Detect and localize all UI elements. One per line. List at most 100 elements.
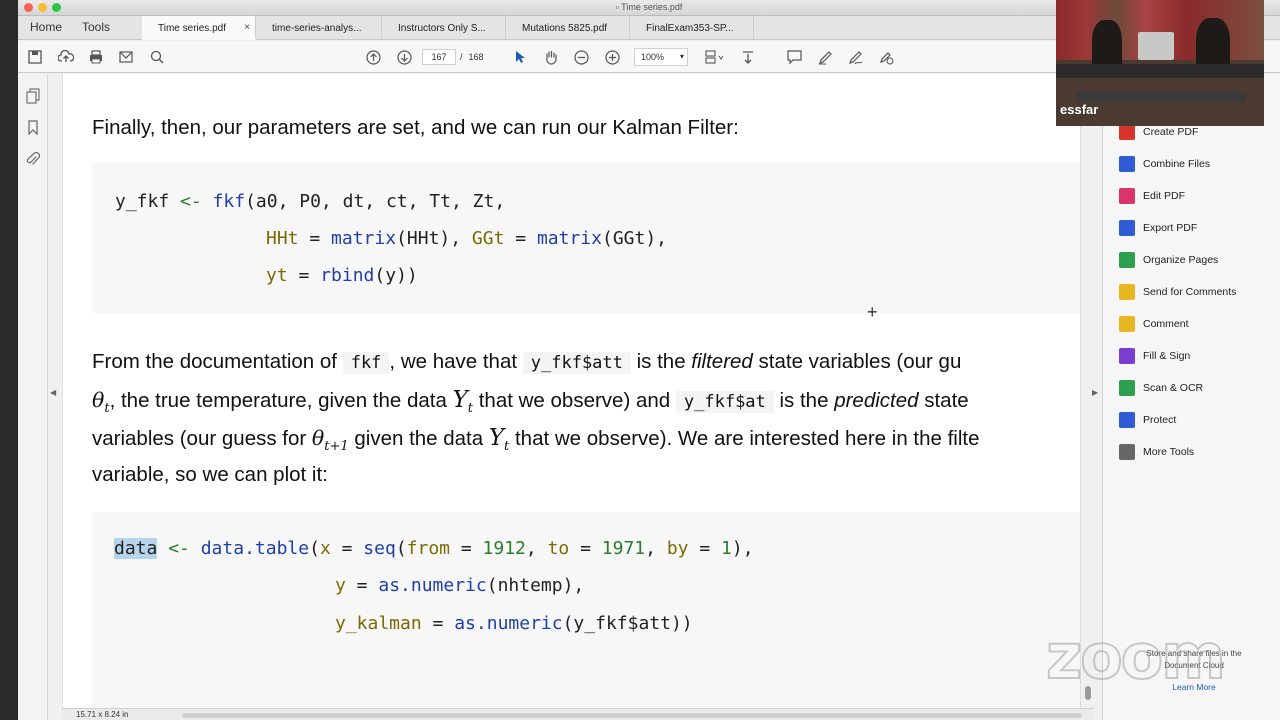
tab-final-exam[interactable]: FinalExam353-SP... xyxy=(630,16,754,40)
webcam-desk xyxy=(1076,92,1246,102)
tool-label: Comment xyxy=(1143,318,1189,330)
tool-protect[interactable]: Protect xyxy=(1119,410,1176,430)
page-thumbnails-icon[interactable] xyxy=(25,88,41,104)
selected-text: data xyxy=(114,538,158,559)
tool-label: Protect xyxy=(1143,414,1177,426)
code-block-data-table: data <- data.table(x = seq(from = 1912, … xyxy=(92,512,1080,708)
comment-tool-icon[interactable] xyxy=(784,47,804,67)
paragraph-kalman-intro: Finally, then, our parameters are set, a… xyxy=(92,116,739,139)
horizontal-scrollbar[interactable] xyxy=(182,713,1082,718)
upload-cloud-icon[interactable] xyxy=(56,47,76,67)
tab-label: Instructors Only S... xyxy=(398,23,486,34)
collapse-left-pane-icon[interactable]: ◀ xyxy=(50,388,56,397)
tab-label: Time series.pdf xyxy=(158,23,226,34)
tool-label: Fill & Sign xyxy=(1143,350,1191,362)
select-pointer-icon[interactable] xyxy=(510,47,530,67)
chevron-down-icon: ▾ xyxy=(679,52,684,61)
page-dimensions: 15.71 x 8.24 in xyxy=(76,710,129,719)
code-line: data <- data.table(x = seq(from = 1912, … xyxy=(114,538,754,559)
tool-label: Combine Files xyxy=(1143,158,1211,170)
code-line: y_kalman = as.numeric(y_fkf$att)) xyxy=(335,613,693,634)
crosshair-cursor-icon: + xyxy=(867,302,878,322)
zoom-level-select[interactable]: 100% ▾ xyxy=(634,48,688,66)
webcam-person xyxy=(1092,20,1122,70)
tool-more-tools[interactable]: More Tools xyxy=(1119,442,1194,462)
draw-tool-icon[interactable] xyxy=(845,47,865,67)
page-down-icon[interactable] xyxy=(394,47,414,67)
nav-tools[interactable]: Tools xyxy=(82,20,110,34)
zoom-in-icon[interactable] xyxy=(602,47,622,67)
paragraph-documentation-line3: variables (our guess for θt+1 given the … xyxy=(92,425,980,455)
total-pages: 168 xyxy=(468,52,484,62)
tab-time-series[interactable]: Time series.pdf × xyxy=(142,16,256,40)
combine-files-icon xyxy=(1119,156,1135,172)
tool-comment[interactable]: Comment xyxy=(1119,314,1189,334)
current-page-input[interactable]: 167 xyxy=(422,49,456,65)
bookmark-icon[interactable] xyxy=(25,120,41,136)
highlight-pen-icon[interactable] xyxy=(815,47,835,67)
attachment-icon[interactable] xyxy=(25,151,41,168)
status-bar: 15.71 x 8.24 in xyxy=(62,708,1094,720)
inline-code-att: y_fkf$att xyxy=(522,352,631,374)
webcam-laptop xyxy=(1138,32,1174,60)
tool-label: Edit PDF xyxy=(1143,190,1186,202)
tool-scan-ocr[interactable]: Scan & OCR xyxy=(1119,378,1203,398)
inline-code-at: y_fkf$at xyxy=(675,391,774,413)
send-for-comments-icon xyxy=(1119,284,1135,300)
tool-organize-pages[interactable]: Organize Pages xyxy=(1119,250,1218,270)
email-icon[interactable] xyxy=(116,47,136,67)
tool-label: Scan & OCR xyxy=(1143,382,1204,394)
hand-tool-icon[interactable] xyxy=(541,47,561,67)
more-tools-icon xyxy=(1119,444,1135,460)
edit-pdf-icon xyxy=(1119,188,1135,204)
tab-label: FinalExam353-SP... xyxy=(646,23,734,34)
scroll-mode-icon[interactable] xyxy=(738,47,758,67)
paragraph-documentation-line1: From the documentation of fkf, we have t… xyxy=(92,350,962,374)
webcam-desk xyxy=(1056,64,1264,78)
tool-send-for-comments[interactable]: Send for Comments xyxy=(1119,282,1236,302)
tab-label: Mutations 5825.pdf xyxy=(522,23,608,34)
document-view[interactable]: Finally, then, our parameters are set, a… xyxy=(62,74,1080,708)
page-up-icon[interactable] xyxy=(363,47,383,67)
organize-pages-icon xyxy=(1119,252,1135,268)
nav-home[interactable]: Home xyxy=(30,20,62,34)
print-icon[interactable] xyxy=(86,47,106,67)
protect-icon xyxy=(1119,412,1135,428)
code-line: y_fkf <- fkf(a0, P0, dt, ct, Tt, Zt, xyxy=(115,191,506,212)
pdf-doc-icon: ▫ xyxy=(615,2,619,12)
create-pdf-icon xyxy=(1119,124,1135,140)
export-pdf-icon xyxy=(1119,220,1135,236)
tab-mutations[interactable]: Mutations 5825.pdf xyxy=(506,16,630,40)
tool-export-pdf[interactable]: Export PDF xyxy=(1119,218,1197,238)
tool-label: Organize Pages xyxy=(1143,254,1219,266)
paragraph-documentation-line4: variable, so we can plot it: xyxy=(92,463,328,486)
scan-ocr-icon xyxy=(1119,380,1135,396)
left-navigation-pane xyxy=(18,74,48,720)
page-separator: / xyxy=(460,52,463,62)
tool-edit-pdf[interactable]: Edit PDF xyxy=(1119,186,1185,206)
search-icon[interactable] xyxy=(147,47,167,67)
tab-instructors-only[interactable]: Instructors Only S... xyxy=(382,16,506,40)
tool-label: More Tools xyxy=(1143,446,1195,458)
zoom-watermark: zoom xyxy=(1045,619,1227,694)
close-tab-icon[interactable]: × xyxy=(244,22,250,33)
tab-label: time-series-analys... xyxy=(272,23,362,34)
page-navigator: 167 / 168 xyxy=(422,48,484,66)
zoom-level-value: 100% xyxy=(641,52,665,62)
collapse-right-pane-icon[interactable]: ▶ xyxy=(1092,388,1098,397)
save-icon[interactable] xyxy=(25,47,45,67)
code-line: HHt = matrix(HHt), GGt = matrix(GGt), xyxy=(266,228,668,249)
zoom-out-icon[interactable] xyxy=(571,47,591,67)
participant-name: essfar xyxy=(1060,102,1099,117)
comment-icon xyxy=(1119,316,1135,332)
tool-fill-sign[interactable]: Fill & Sign xyxy=(1119,346,1190,366)
page-display-icon[interactable] xyxy=(702,47,728,67)
tool-label: Export PDF xyxy=(1143,222,1198,234)
code-line: yt = rbind(y)) xyxy=(266,265,418,286)
fill-sign-tool-icon[interactable] xyxy=(876,47,896,67)
inline-code-fkf: fkf xyxy=(342,352,390,374)
code-line: y = as.numeric(nhtemp), xyxy=(335,575,585,596)
tab-time-series-analysis[interactable]: time-series-analys... xyxy=(256,16,382,40)
fill-sign-icon xyxy=(1119,348,1135,364)
tool-combine-files[interactable]: Combine Files xyxy=(1119,154,1210,174)
